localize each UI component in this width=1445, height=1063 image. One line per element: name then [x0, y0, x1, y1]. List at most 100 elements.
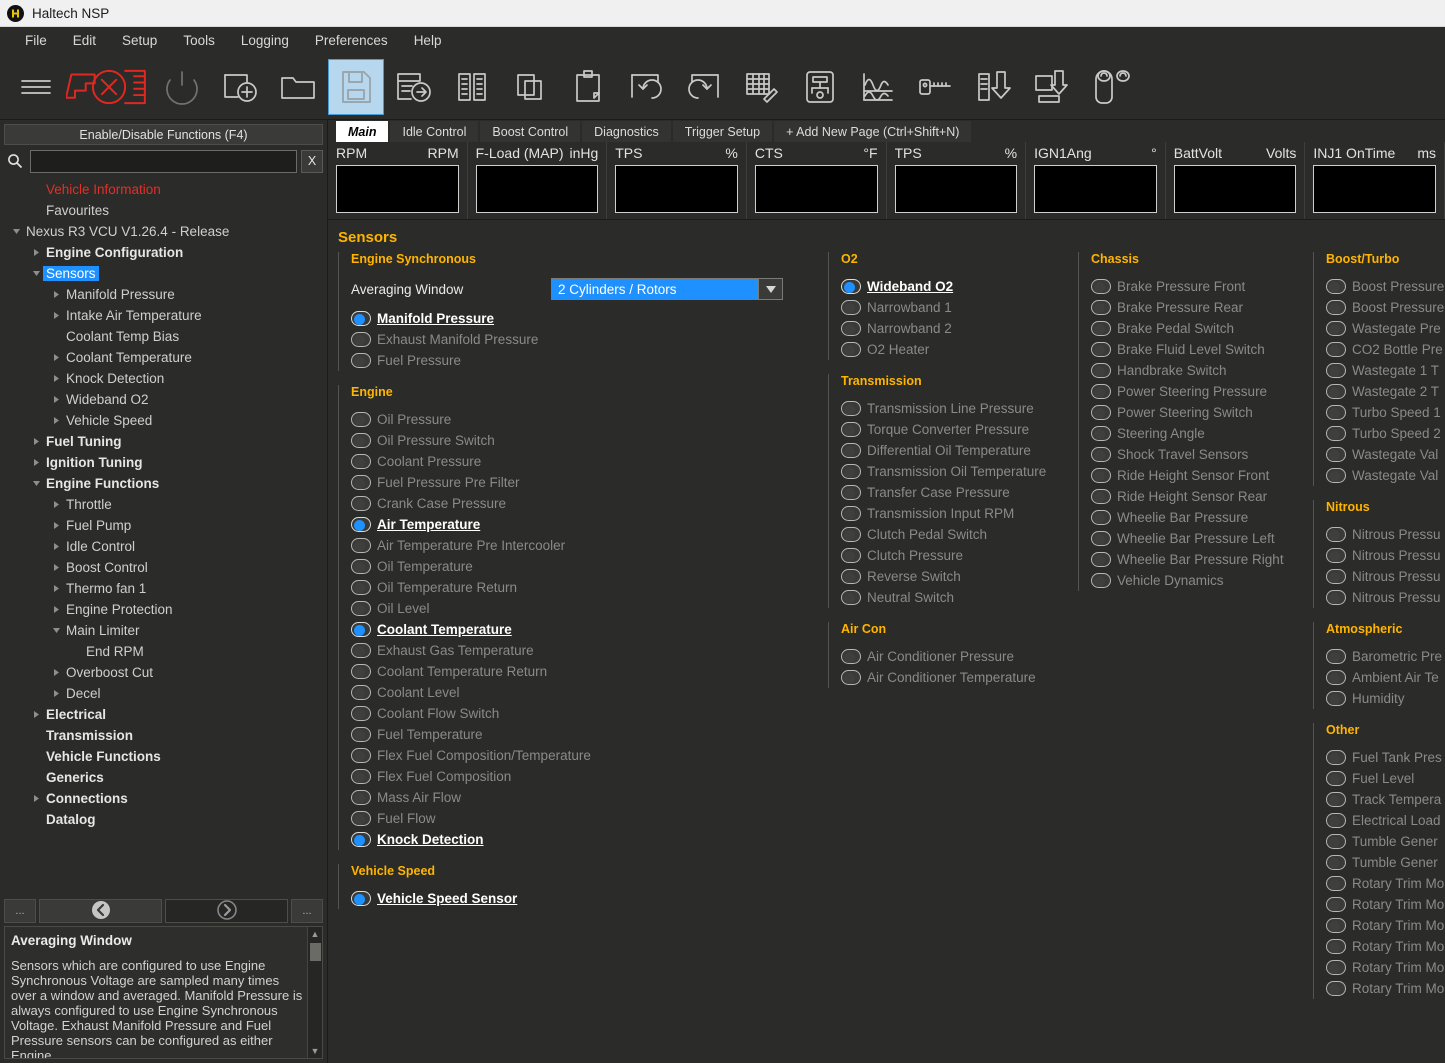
sensor-toggle-coolant-temperature[interactable]: Coolant Temperature	[351, 619, 824, 640]
gauge-inj1-ontime[interactable]: INJ1 OnTime ms	[1305, 142, 1445, 219]
sensor-toggle-fuel-pressure-pre-filter[interactable]: Fuel Pressure Pre Filter	[351, 472, 824, 493]
sensor-toggle-coolant-level[interactable]: Coolant Level	[351, 682, 824, 703]
sensor-toggle-air-conditioner-temperature[interactable]: Air Conditioner Temperature	[841, 667, 1074, 688]
toggle-switch-icon[interactable]	[841, 569, 861, 584]
sensor-toggle-exhaust-manifold-pressure[interactable]: Exhaust Manifold Pressure	[351, 329, 824, 350]
toggle-switch-icon[interactable]	[351, 496, 371, 511]
toggle-switch-icon[interactable]	[1326, 447, 1346, 462]
toggle-switch-icon[interactable]	[351, 706, 371, 721]
toggle-switch-icon[interactable]	[1326, 527, 1346, 542]
sensor-toggle-reverse-switch[interactable]: Reverse Switch	[841, 566, 1074, 587]
sidebar-item-decel[interactable]: Decel	[0, 683, 327, 704]
toggle-switch-icon[interactable]	[351, 769, 371, 784]
toggle-switch-icon[interactable]	[1091, 531, 1111, 546]
chevron-down-icon[interactable]	[50, 626, 63, 635]
chevron-right-icon[interactable]	[50, 605, 63, 614]
function-tree[interactable]: Vehicle Information Favourites Nexus R3 VC…	[0, 176, 327, 896]
sidebar-item-coolant-temperature[interactable]: Coolant Temperature	[0, 347, 327, 368]
gauge-tps[interactable]: TPS%	[607, 142, 747, 219]
toggle-switch-icon[interactable]	[1326, 548, 1346, 563]
toggle-switch-icon[interactable]	[1326, 897, 1346, 912]
sidebar-item-generics[interactable]: Generics	[0, 767, 327, 788]
toggle-switch-icon[interactable]	[351, 311, 371, 326]
sidebar-item-main-limiter[interactable]: Main Limiter	[0, 620, 327, 641]
sidebar-item-transmission[interactable]: Transmission	[0, 725, 327, 746]
toggle-switch-icon[interactable]	[841, 342, 861, 357]
toggle-switch-icon[interactable]	[351, 643, 371, 658]
chevron-right-icon[interactable]	[50, 500, 63, 509]
sensor-toggle-transmission-oil-temperature[interactable]: Transmission Oil Temperature	[841, 461, 1074, 482]
toggle-switch-icon[interactable]	[1326, 569, 1346, 584]
sensor-toggle-wastegate-val[interactable]: Wastegate Val	[1326, 465, 1445, 486]
toggle-switch-icon[interactable]	[351, 412, 371, 427]
sidebar-item-manifold-pressure[interactable]: Manifold Pressure	[0, 284, 327, 305]
toggle-switch-icon[interactable]	[1326, 468, 1346, 483]
sensor-toggle-fuel-temperature[interactable]: Fuel Temperature	[351, 724, 824, 745]
chevron-right-icon[interactable]	[50, 668, 63, 677]
chevron-down-icon[interactable]	[30, 479, 43, 488]
enable-disable-functions-button[interactable]: Enable/Disable Functions (F4)	[4, 124, 323, 145]
sensor-toggle-neutral-switch[interactable]: Neutral Switch	[841, 587, 1074, 608]
sensor-toggle-co2-bottle-pre[interactable]: CO2 Bottle Pre	[1326, 339, 1445, 360]
toggle-switch-icon[interactable]	[1326, 590, 1346, 605]
sidebar-item-engine-configuration[interactable]: Engine Configuration	[0, 242, 327, 263]
sensor-toggle-turbo-speed-2[interactable]: Turbo Speed 2	[1326, 423, 1445, 444]
toggle-switch-icon[interactable]	[841, 548, 861, 563]
tab-trigger-setup[interactable]: Trigger Setup	[672, 121, 773, 142]
chevron-right-icon[interactable]	[50, 563, 63, 572]
toggle-switch-icon[interactable]	[1326, 691, 1346, 706]
chevron-right-icon[interactable]	[50, 311, 63, 320]
sensor-toggle-knock-detection[interactable]: Knock Detection	[351, 829, 824, 850]
sensor-toggle-wastegate-2-t[interactable]: Wastegate 2 T	[1326, 381, 1445, 402]
sidebar-item-thermo-fan-1[interactable]: Thermo fan 1	[0, 578, 327, 599]
chevron-right-icon[interactable]	[30, 794, 43, 803]
sidebar-item-knock-detection[interactable]: Knock Detection	[0, 368, 327, 389]
toggle-switch-icon[interactable]	[351, 538, 371, 553]
toggle-switch-icon[interactable]	[1091, 573, 1111, 588]
scroll-down-icon[interactable]: ▼	[311, 1044, 320, 1058]
sensor-toggle-o2-heater[interactable]: O2 Heater	[841, 339, 1074, 360]
tab-add-new-page-ctrl-shift-n[interactable]: + Add New Page (Ctrl+Shift+N)	[774, 121, 972, 142]
new-file-icon[interactable]	[212, 59, 268, 115]
menu-item-preferences[interactable]: Preferences	[302, 29, 401, 52]
sensor-toggle-brake-pressure-rear[interactable]: Brake Pressure Rear	[1091, 297, 1309, 318]
sensor-toggle-clutch-pressure[interactable]: Clutch Pressure	[841, 545, 1074, 566]
sensor-toggle-air-temperature[interactable]: Air Temperature	[351, 514, 824, 535]
hamburger-menu-icon[interactable]	[8, 59, 64, 115]
sensor-toggle-transmission-line-pressure[interactable]: Transmission Line Pressure	[841, 398, 1074, 419]
sensor-toggle-handbrake-switch[interactable]: Handbrake Switch	[1091, 360, 1309, 381]
toggle-switch-icon[interactable]	[1326, 321, 1346, 336]
sensor-toggle-fuel-pressure[interactable]: Fuel Pressure	[351, 350, 824, 371]
toggle-switch-icon[interactable]	[1326, 384, 1346, 399]
chevron-right-icon[interactable]	[50, 290, 63, 299]
toggle-switch-icon[interactable]	[1091, 405, 1111, 420]
toggle-switch-icon[interactable]	[1326, 342, 1346, 357]
sensor-toggle-flex-fuel-composition[interactable]: Flex Fuel Composition	[351, 766, 824, 787]
toggle-switch-icon[interactable]	[1091, 384, 1111, 399]
toggle-switch-icon[interactable]	[1326, 855, 1346, 870]
toggle-switch-icon[interactable]	[841, 443, 861, 458]
gauge-f-load-map[interactable]: F-Load (MAP) inHg	[468, 142, 608, 219]
toggle-switch-icon[interactable]	[1326, 750, 1346, 765]
sensor-toggle-fuel-tank-pres[interactable]: Fuel Tank Pres	[1326, 747, 1445, 768]
sensor-toggle-track-tempera[interactable]: Track Tempera	[1326, 789, 1445, 810]
sensor-toggle-mass-air-flow[interactable]: Mass Air Flow	[351, 787, 824, 808]
chevron-down-icon[interactable]	[30, 269, 43, 278]
chevron-right-icon[interactable]	[30, 437, 43, 446]
tab-idle-control[interactable]: Idle Control	[390, 121, 479, 142]
chevron-right-icon[interactable]	[30, 458, 43, 467]
sidebar-item-end-rpm[interactable]: End RPM	[0, 641, 327, 662]
sensor-toggle-crank-case-pressure[interactable]: Crank Case Pressure	[351, 493, 824, 514]
save-as-icon[interactable]	[386, 59, 442, 115]
search-input[interactable]	[30, 149, 297, 173]
upload-from-ecu-icon[interactable]	[1024, 59, 1080, 115]
chevron-right-icon[interactable]	[30, 710, 43, 719]
sidebar-item-datalog[interactable]: Datalog	[0, 809, 327, 830]
toggle-switch-icon[interactable]	[351, 811, 371, 826]
sensor-toggle-nitrous-pressu[interactable]: Nitrous Pressu	[1326, 566, 1445, 587]
toggle-switch-icon[interactable]	[1326, 960, 1346, 975]
toggle-switch-icon[interactable]	[351, 790, 371, 805]
sensor-toggle-nitrous-pressu[interactable]: Nitrous Pressu	[1326, 587, 1445, 608]
clear-search-button[interactable]: X	[301, 149, 323, 173]
sensor-toggle-rotary-trim-mo[interactable]: Rotary Trim Mo	[1326, 894, 1445, 915]
